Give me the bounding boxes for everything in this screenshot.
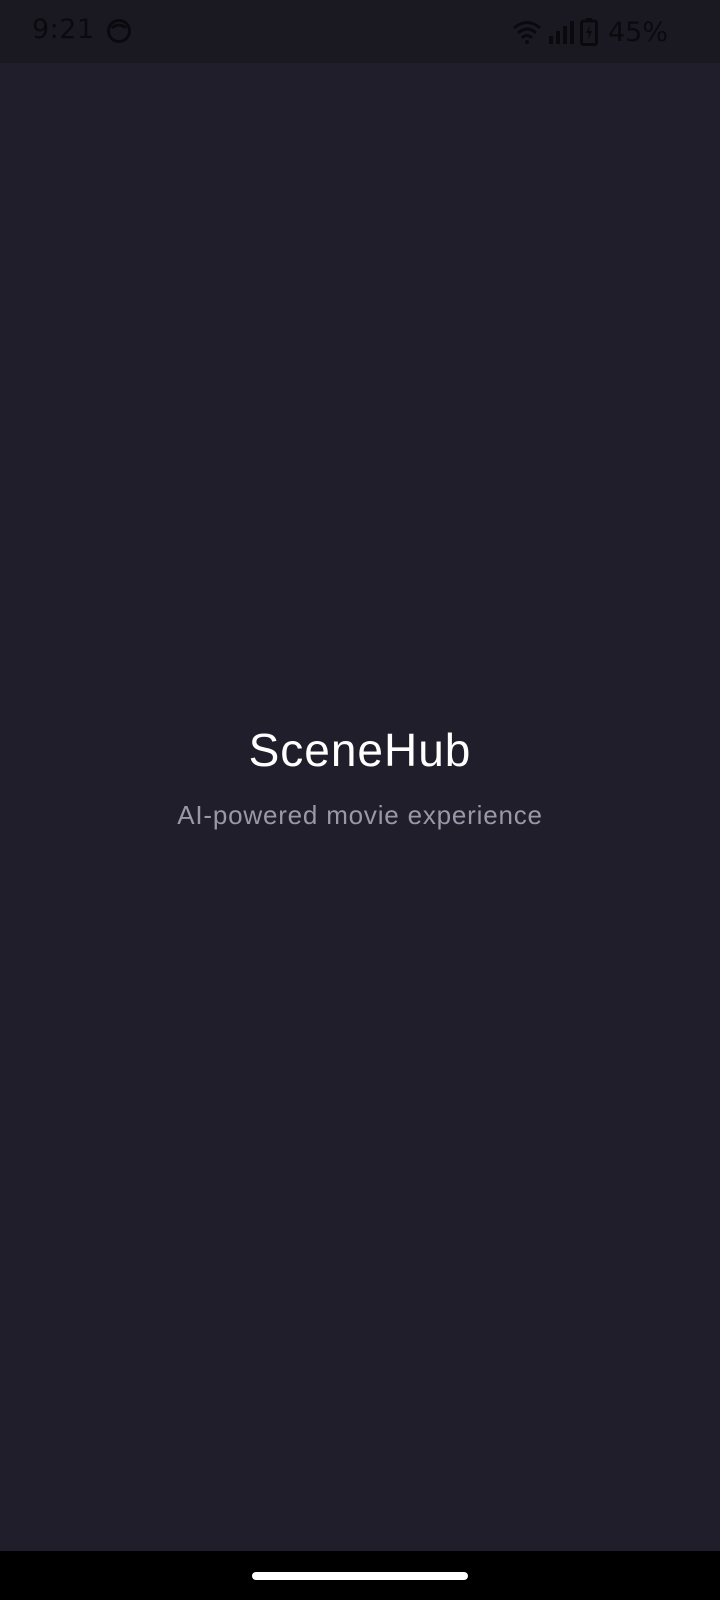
navigation-bar — [0, 1551, 720, 1600]
status-time: 9:21 — [32, 14, 95, 45]
battery-charging-icon — [579, 18, 598, 46]
battery-percentage: 45% — [607, 16, 668, 48]
app-tagline: AI-powered movie experience — [177, 800, 543, 830]
home-indicator[interactable] — [252, 1572, 468, 1580]
signal-icon — [548, 19, 574, 45]
splash-screen: 9:21 45% SceneHub AI-powered movie exper… — [0, 0, 720, 1600]
splash-branding: SceneHub AI-powered movie experience — [0, 720, 720, 831]
wifi-icon — [512, 19, 542, 45]
app-notification-icon — [106, 18, 132, 44]
app-title: SceneHub — [248, 724, 472, 776]
status-bar: 9:21 45% — [0, 0, 720, 63]
status-indicators: 45% — [512, 14, 668, 50]
